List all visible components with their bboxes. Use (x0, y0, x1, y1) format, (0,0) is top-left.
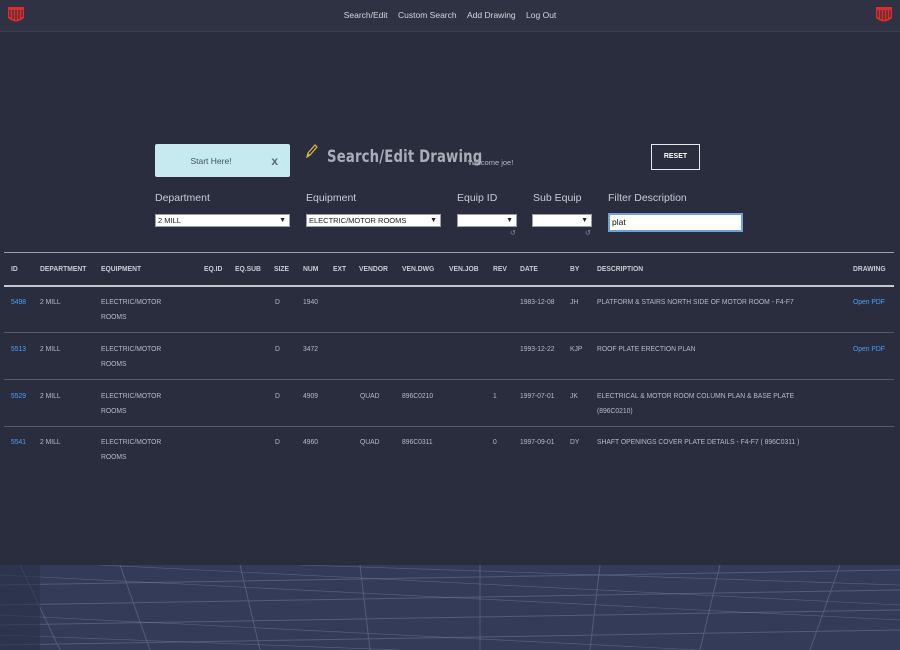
pencil-icon (306, 144, 318, 159)
row-id-link[interactable]: 5529 (11, 388, 26, 403)
equip-id-select[interactable]: ▼ (457, 214, 517, 227)
col-header-drawing[interactable]: DRAWING (853, 264, 886, 273)
col-header-vendor[interactable]: VENDOR (359, 264, 388, 273)
row-description: SHAFT OPENINGS COVER PLATE DETAILS - F4-… (597, 437, 800, 446)
row-divider (4, 426, 894, 427)
row-by: DY (570, 437, 580, 446)
main-nav: Search/Edit Custom Search Add Drawing Lo… (0, 10, 900, 20)
col-header-size[interactable]: SIZE (274, 264, 289, 273)
refresh-icon[interactable]: ↺ (510, 229, 516, 237)
department-label: Department (155, 192, 210, 204)
col-header-department[interactable]: DEPARTMENT (40, 264, 86, 273)
col-header-ext[interactable]: EXT (333, 264, 346, 273)
row-equipment: ELECTRIC/MOTOR ROOMS (101, 297, 162, 321)
equipment-value: ELECTRIC/MOTOR ROOMS (309, 216, 407, 225)
filter-description-label: Filter Description (608, 192, 687, 204)
page-title: Search/Edit Drawing (327, 147, 483, 167)
row-by: JH (570, 297, 579, 306)
row-equipment: ELECTRIC/MOTOR ROOMS (101, 437, 162, 461)
row-rev: 0 (493, 437, 497, 446)
row-by: KJP (570, 344, 583, 353)
row-num: 4909 (303, 391, 319, 400)
row-divider (4, 379, 894, 380)
nav-custom-search[interactable]: Custom Search (398, 10, 457, 20)
row-id-link[interactable]: 5541 (11, 434, 26, 449)
table-top-divider (4, 252, 894, 253)
department-select[interactable]: 2 MILL ▼ (155, 214, 290, 227)
row-id-link[interactable]: 5498 (11, 294, 26, 309)
department-value: 2 MILL (158, 216, 181, 225)
filter-description-input[interactable]: plat (608, 213, 743, 232)
col-header-num[interactable]: NUM (303, 264, 318, 273)
open-pdf-link[interactable]: Open PDF (853, 294, 885, 309)
row-ven-dwg: 896C0210 (402, 391, 434, 400)
col-header-ven-dwg[interactable]: VEN.DWG (402, 264, 434, 273)
col-header-eq-sub[interactable]: EQ.SUB (235, 264, 261, 273)
row-date: 1997-07-01 (520, 391, 555, 400)
dropdown-arrow-icon: ▼ (430, 217, 437, 224)
col-header-date[interactable]: DATE (520, 264, 538, 273)
row-date: 1993-12-22 (520, 344, 555, 353)
row-size: D (275, 437, 280, 446)
row-num: 4960 (303, 437, 319, 446)
start-here-hint[interactable]: Start Here! x (155, 144, 290, 177)
nav-log-out[interactable]: Log Out (526, 10, 556, 20)
col-header-rev[interactable]: REV (493, 264, 507, 273)
row-equipment: ELECTRIC/MOTOR ROOMS (101, 391, 162, 415)
col-header-by[interactable]: BY (570, 264, 579, 273)
row-vendor: QUAD (360, 437, 380, 446)
col-header-id[interactable]: ID (11, 264, 18, 273)
row-date: 1997-09-01 (520, 437, 555, 446)
nav-search-edit[interactable]: Search/Edit (344, 10, 388, 20)
steel-structure-image (0, 565, 900, 650)
row-by: JK (570, 391, 578, 400)
equip-id-label: Equip ID (457, 192, 498, 204)
row-size: D (275, 344, 280, 353)
reset-button[interactable]: RESET (651, 144, 700, 170)
top-navbar: Search/Edit Custom Search Add Drawing Lo… (0, 0, 900, 32)
row-ven-dwg: 896C0311 (402, 437, 433, 446)
row-vendor: QUAD (360, 391, 380, 400)
col-header-equipment[interactable]: EQUIPMENT (101, 264, 141, 273)
dropdown-arrow-icon: ▼ (506, 217, 513, 224)
row-department: 2 MILL (40, 437, 61, 446)
table-header-divider (4, 285, 894, 287)
open-pdf-link[interactable]: Open PDF (853, 341, 885, 356)
row-num: 1940 (303, 297, 319, 306)
brand-logo-icon[interactable] (875, 5, 893, 25)
start-here-label: Start Here! (190, 156, 232, 166)
background-photo (0, 565, 900, 650)
row-size: D (275, 391, 280, 400)
sub-equip-select[interactable]: ▼ (532, 214, 592, 227)
row-equipment: ELECTRIC/MOTOR ROOMS (101, 344, 162, 368)
col-header-description[interactable]: DESCRIPTION (597, 264, 643, 273)
dropdown-arrow-icon: ▼ (279, 217, 286, 224)
refresh-icon[interactable]: ↺ (585, 229, 591, 237)
row-date: 1983-12-08 (520, 297, 555, 306)
col-header-ven-job[interactable]: VEN.JOB (449, 264, 479, 273)
row-description: ELECTRICAL & MOTOR ROOM COLUMN PLAN & BA… (597, 391, 795, 415)
row-description: ROOF PLATE ERECTION PLAN (597, 344, 696, 353)
sub-equip-label: Sub Equip (533, 192, 582, 204)
row-description: PLATFORM & STAIRS NORTH SIDE OF MOTOR RO… (597, 297, 794, 306)
row-department: 2 MILL (40, 344, 61, 353)
close-icon[interactable]: x (271, 154, 278, 168)
row-size: D (275, 297, 280, 306)
welcome-text: Welcome joe! (468, 158, 514, 167)
row-department: 2 MILL (40, 297, 61, 306)
equipment-select[interactable]: ELECTRIC/MOTOR ROOMS ▼ (306, 214, 441, 227)
nav-add-drawing[interactable]: Add Drawing (467, 10, 516, 20)
row-divider (4, 332, 894, 333)
row-department: 2 MILL (40, 391, 61, 400)
equipment-label: Equipment (306, 192, 357, 204)
row-num: 3472 (303, 344, 319, 353)
row-rev: 1 (493, 391, 497, 400)
dropdown-arrow-icon: ▼ (581, 217, 588, 224)
row-id-link[interactable]: 5513 (11, 341, 26, 356)
col-header-eq-id[interactable]: EQ.ID (204, 264, 222, 273)
